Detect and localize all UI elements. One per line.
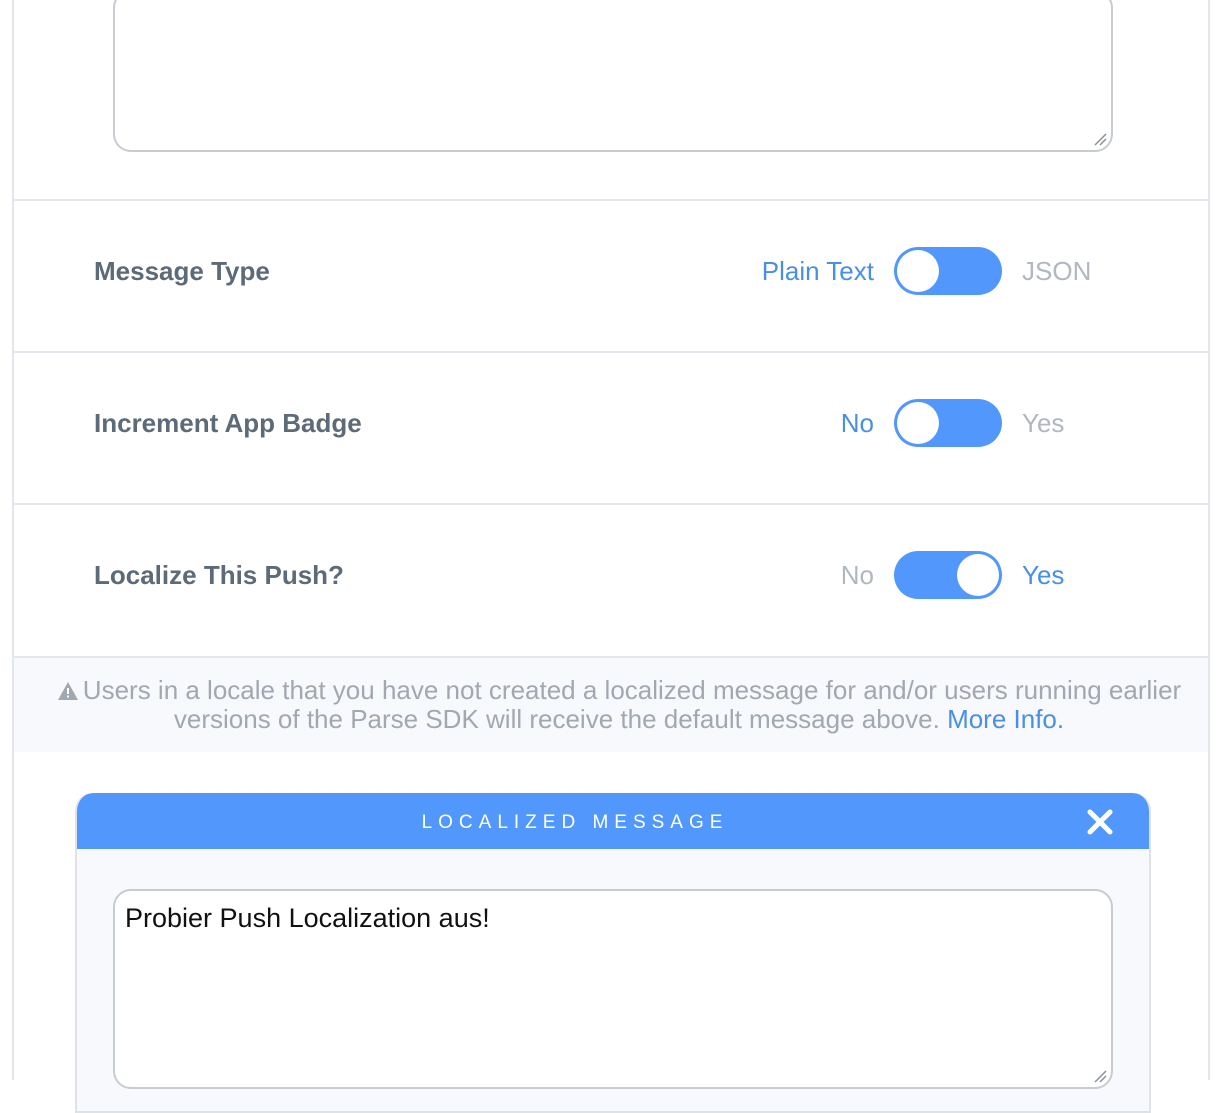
localize-push-toggle[interactable] (894, 551, 1002, 599)
more-info-link[interactable]: More Info. (947, 704, 1064, 734)
resize-grip-icon[interactable] (1093, 1069, 1107, 1083)
localize-push-no-option[interactable]: No (841, 505, 874, 655)
localized-message-header: LOCALIZED MESSAGE (77, 793, 1149, 849)
localized-message-title: LOCALIZED MESSAGE (421, 812, 729, 833)
localize-push-label: Localize This Push? (94, 560, 344, 590)
increment-app-badge-yes-option[interactable]: Yes (1022, 353, 1064, 503)
message-type-row: Message Type Plain Text JSON (14, 199, 1208, 351)
increment-app-badge-toggle[interactable] (894, 399, 1002, 447)
close-icon[interactable] (1085, 807, 1115, 837)
push-composer-panel: Message Type Plain Text JSON Increment A… (12, 0, 1210, 1113)
localization-warning-banner: Users in a locale that you have not crea… (14, 656, 1208, 752)
localize-push-yes-option[interactable]: Yes (1022, 505, 1064, 655)
toggle-knob (897, 402, 939, 444)
increment-app-badge-label: Increment App Badge (94, 408, 362, 438)
warning-triangle-icon (57, 682, 78, 700)
toggle-knob (897, 250, 939, 292)
message-type-plain-text-option[interactable]: Plain Text (762, 201, 874, 351)
message-type-json-option[interactable]: JSON (1022, 201, 1091, 351)
increment-app-badge-no-option[interactable]: No (841, 353, 874, 503)
warning-message: Users in a locale that you have not crea… (44, 676, 1194, 734)
message-type-toggle[interactable] (894, 247, 1002, 295)
toggle-knob (957, 554, 999, 596)
default-message-textarea[interactable] (113, 0, 1113, 152)
localized-message-card: LOCALIZED MESSAGE Probier Push Localizat… (75, 793, 1151, 1113)
message-type-label: Message Type (94, 256, 270, 286)
localized-message-textarea[interactable]: Probier Push Localization aus! (113, 889, 1113, 1089)
localize-push-row: Localize This Push? No Yes (14, 503, 1208, 655)
increment-app-badge-row: Increment App Badge No Yes (14, 351, 1208, 503)
localized-message-text: Probier Push Localization aus! (125, 903, 490, 933)
resize-grip-icon[interactable] (1093, 132, 1107, 146)
